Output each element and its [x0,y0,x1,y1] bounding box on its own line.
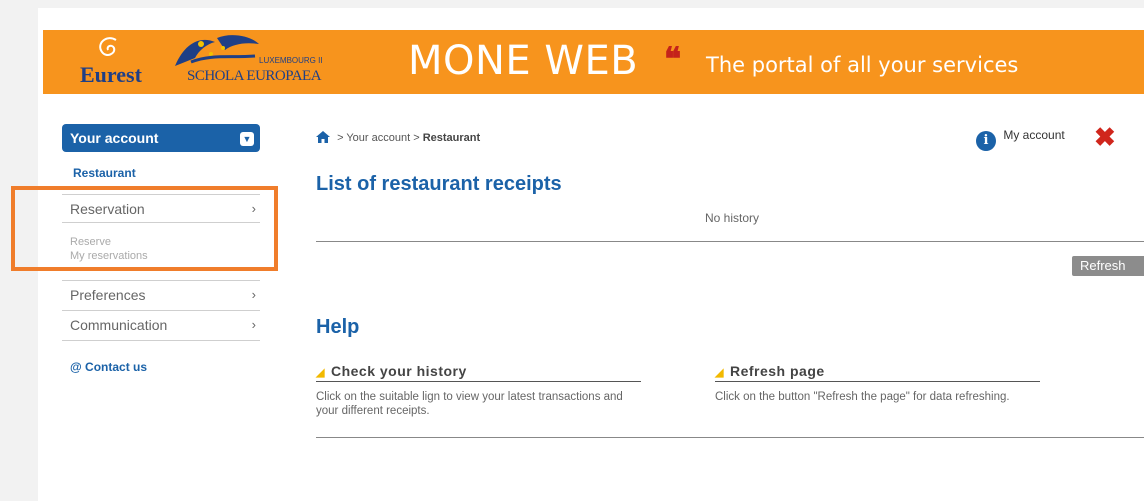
sidebar-account-label: Your account [70,130,159,146]
help-item-title-text: Check your history [330,363,467,379]
arrow-bullet-icon: ◢ [715,367,724,379]
quote-mark-icon: ❝ [664,40,682,78]
help-item-title[interactable]: ◢ Check your history [316,363,641,382]
my-account-link[interactable]: i My account [976,128,1065,151]
sidebar-account-header[interactable]: Your account ▼ [62,124,260,152]
refresh-button[interactable]: Refresh [1072,256,1144,276]
contact-us-link[interactable]: @ Contact us [70,360,147,374]
schola-logo-icon [175,35,259,66]
divider [62,340,260,341]
help-item-description: Click on the button "Refresh the page" f… [715,391,1010,403]
eurest-swirl-icon [99,37,117,56]
divider [316,241,1144,242]
eurest-logo: Eurest [80,36,150,88]
sidebar-item-label: Preferences [70,287,146,303]
school-logo-text: SCHOLA EUROPAEA [187,68,322,84]
breadcrumb-current: Restaurant [422,132,481,144]
page-title: List of restaurant receipts [316,173,562,195]
close-icon[interactable]: ✖ [1094,124,1116,150]
arrow-bullet-icon: ◢ [316,367,325,379]
chevron-right-icon: › [251,317,256,332]
divider [316,437,1144,438]
sidebar-item-communication[interactable]: Communication › [62,310,260,338]
help-item-refresh-page: ◢ Refresh page Click on the button "Refre… [715,363,1040,404]
help-item-title[interactable]: ◢ Refresh page [715,363,1040,382]
help-item-check-history: ◢ Check your history Click on the suitabl… [316,363,641,418]
chevron-right-icon: › [251,287,256,302]
sidebar-item-restaurant[interactable]: Restaurant [73,166,136,180]
sidebar-item-label: Communication [70,317,168,333]
app-subtitle: The portal of all your services [706,53,1019,77]
home-icon[interactable] [316,131,330,146]
breadcrumb: > Your account > Restaurant [316,131,480,146]
help-heading: Help [316,316,360,338]
header-banner: Eurest LUXEMBOURG II SCHOLA EUROPAEA MON… [43,30,1144,94]
sidebar-item-preferences[interactable]: Preferences › [62,280,260,308]
school-logo-location: LUXEMBOURG II [259,56,323,65]
info-icon[interactable]: i [976,131,996,151]
help-item-title-text: Refresh page [729,363,825,379]
help-item-description: Click on the suitable lign to view your … [316,391,623,417]
empty-state-text: No history [705,211,760,225]
highlight-box [11,186,278,271]
eurest-wordmark: Eurest [80,62,142,87]
my-account-label: My account [1003,128,1065,142]
app-title: MONE WEB [408,38,639,84]
chevron-down-icon[interactable]: ▼ [240,132,254,146]
schola-europaea-logo: LUXEMBOURG II SCHOLA EUROPAEA [171,32,371,92]
breadcrumb-path[interactable]: > Your account > [337,132,420,144]
